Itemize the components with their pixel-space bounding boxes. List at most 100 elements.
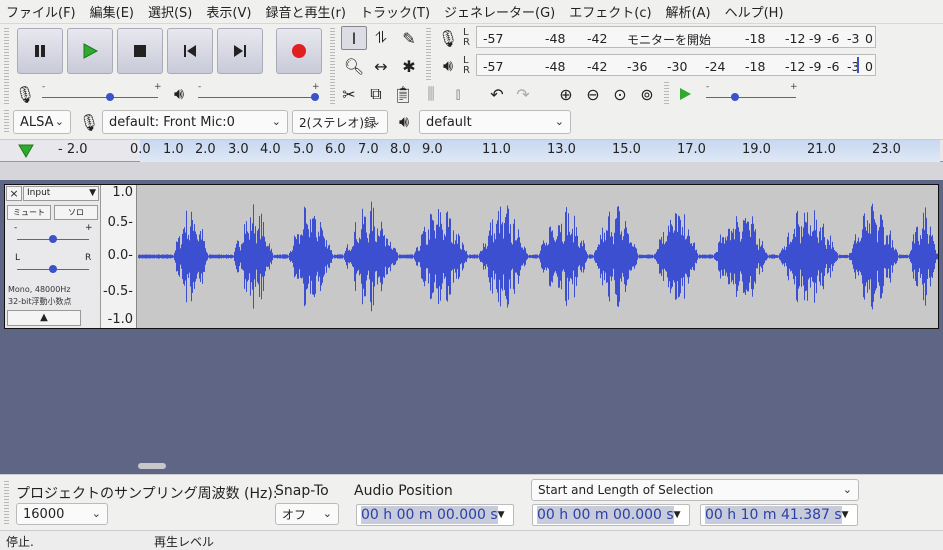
fit-selection-icon[interactable]: ⊙ — [607, 82, 633, 106]
menu-analyze[interactable]: 解析(A) — [666, 2, 711, 21]
vertical-ruler[interactable]: 1.0 0.5- 0.0- -0.5- -1.0 — [101, 185, 137, 328]
menu-tracks[interactable]: トラック(T) — [360, 2, 430, 21]
track-gain-knob[interactable] — [49, 235, 57, 243]
output-device-dropdown[interactable]: default ⌄ — [419, 110, 571, 134]
chevron-down-icon: ⌄ — [371, 115, 381, 128]
toolbar-grip[interactable] — [4, 481, 9, 525]
output-device-value: default — [426, 114, 472, 130]
waveform[interactable] — [138, 185, 938, 328]
skip-end-icon — [234, 45, 246, 57]
menu-transport[interactable]: 録音と再生(r) — [265, 2, 346, 21]
speaker-icon[interactable]: 🔊︎ — [435, 54, 461, 78]
toolbar-grip[interactable] — [330, 82, 335, 106]
audio-host-dropdown[interactable]: ALSA ⌄ — [13, 110, 71, 134]
meter-tick: 0 — [865, 59, 873, 74]
selection-mode-value: Start and Length of Selection — [538, 483, 714, 497]
time-shift-tool-icon[interactable]: ↔ — [368, 54, 394, 78]
microphone-icon[interactable]: 🎙︎ — [435, 26, 461, 50]
playback-volume-knob[interactable] — [311, 93, 319, 101]
playback-volume-slider[interactable] — [198, 97, 318, 98]
undo-icon[interactable]: ↶ — [484, 82, 510, 106]
ruler-label: 0.0 — [130, 142, 151, 157]
project-rate-dropdown[interactable]: 16000 ⌄ — [16, 503, 108, 525]
menu-effect[interactable]: エフェクト(c) — [569, 2, 651, 21]
meter-tick: -42 — [587, 31, 608, 46]
meter-tick: -48 — [545, 59, 566, 74]
meter-tick: -18 — [745, 31, 766, 46]
menu-generate[interactable]: ジェネレーター(G) — [444, 2, 555, 21]
silence-icon[interactable]: ⫾ — [445, 82, 471, 106]
solo-button[interactable]: ソロ — [54, 205, 98, 220]
meter-tick: -6 — [827, 31, 840, 46]
chevron-down-icon: ▼ — [89, 188, 96, 198]
toolbar-grip[interactable] — [4, 110, 9, 134]
record-volume-slider[interactable] — [42, 97, 158, 98]
play-icon — [83, 43, 99, 59]
skip-end-button[interactable] — [217, 28, 263, 74]
zoom-in-icon[interactable]: ⊕ — [553, 82, 579, 106]
record-meter[interactable]: L R -57 -48 -42 モニターを開始 -18 -12 -9 -6 -3… — [463, 26, 876, 48]
mute-button[interactable]: ミュート — [7, 205, 51, 220]
chevron-down-icon: ▼ — [497, 510, 505, 520]
status-bar: 停止. 再生レベル — [0, 530, 943, 550]
play-button[interactable] — [67, 28, 113, 74]
menu-edit[interactable]: 編集(E) — [90, 2, 134, 21]
pause-button[interactable] — [17, 28, 63, 74]
play-at-speed-button[interactable] — [672, 82, 698, 106]
skip-start-button[interactable] — [167, 28, 213, 74]
trim-icon[interactable]: ⫼ — [418, 82, 444, 106]
gain-minus-label: - — [14, 223, 18, 233]
menu-file[interactable]: ファイル(F) — [6, 2, 76, 21]
snap-to-dropdown[interactable]: オフ ⌄ — [275, 503, 339, 525]
toolbar-grip[interactable] — [664, 82, 669, 106]
monitor-start-label[interactable]: モニターを開始 — [627, 31, 711, 48]
meter-tick: -42 — [587, 59, 608, 74]
horizontal-scrollbar-thumb[interactable] — [138, 463, 166, 469]
toolbar-grip[interactable] — [330, 28, 335, 80]
fit-project-icon[interactable]: ⊚ — [634, 82, 660, 106]
cut-icon[interactable]: ✂ — [336, 82, 362, 106]
envelope-tool-icon[interactable]: ⥮ — [368, 26, 394, 50]
channels-dropdown[interactable]: 2(ステレオ)録 ⌄ — [292, 110, 388, 134]
ruler-label: 15.0 — [612, 142, 641, 157]
menu-view[interactable]: 表示(V) — [206, 2, 251, 21]
paste-icon[interactable]: 📋︎ — [390, 82, 416, 106]
audio-position-field[interactable]: 00 h 00 m 00.000 s ▼ — [356, 504, 514, 526]
toolbar-grip[interactable] — [426, 28, 431, 80]
stop-button[interactable] — [117, 28, 163, 74]
timeline-options-icon[interactable] — [16, 142, 36, 160]
toolbar-grip[interactable] — [4, 28, 9, 80]
play-speed-slider[interactable] — [706, 97, 796, 98]
input-device-dropdown[interactable]: default: Front Mic:0 ⌄ — [102, 110, 288, 134]
record-button[interactable] — [276, 28, 322, 74]
record-volume-knob[interactable] — [106, 93, 114, 101]
menu-bar: ファイル(F) 編集(E) 選択(S) 表示(V) 録音と再生(r) トラック(… — [0, 0, 943, 24]
timeline-strip — [0, 162, 943, 180]
track-pan-knob[interactable] — [49, 265, 57, 273]
zoom-out-icon[interactable]: ⊖ — [580, 82, 606, 106]
zoom-tool-icon[interactable]: 🔍︎ — [341, 54, 367, 78]
selection-length-field[interactable]: 00 h 10 m 41.387 s ▼ — [700, 504, 858, 526]
timeline-ruler[interactable]: - 2.0 0.0 1.0 2.0 3.0 4.0 5.0 6.0 7.0 8.… — [0, 140, 943, 162]
copy-icon[interactable]: ⧉ — [363, 82, 389, 106]
multi-tool-icon[interactable]: ✱ — [396, 54, 422, 78]
menu-select[interactable]: 選択(S) — [148, 2, 192, 21]
play-speed-knob[interactable] — [731, 93, 739, 101]
track-name-menu[interactable]: Input ▼ — [23, 186, 99, 201]
menu-help[interactable]: ヘルプ(H) — [725, 2, 784, 21]
selection-mode-dropdown[interactable]: Start and Length of Selection ⌄ — [531, 479, 859, 501]
audio-track[interactable]: × Input ▼ ミュート ソロ - + L R Mono, 48000Hz … — [4, 184, 939, 329]
ruler-label: 21.0 — [807, 142, 836, 157]
draw-tool-icon[interactable]: ✎ — [396, 26, 422, 50]
playback-meter[interactable]: L R -57 -48 -42 -36 -30 -24 -18 -12 -9 -… — [463, 54, 876, 76]
ruler-label: 1.0 — [163, 142, 184, 157]
ruler-label: 13.0 — [547, 142, 576, 157]
meter-tick: -57 — [483, 31, 504, 46]
toolbar-grip[interactable] — [4, 82, 9, 106]
selection-start-value: 00 h 00 m 00.000 s — [537, 506, 674, 524]
redo-icon[interactable]: ↷ — [510, 82, 536, 106]
collapse-track-button[interactable]: ▲ — [7, 310, 81, 326]
selection-tool-icon[interactable]: I — [341, 26, 367, 50]
selection-start-field[interactable]: 00 h 00 m 00.000 s ▼ — [532, 504, 690, 526]
close-track-icon[interactable]: × — [6, 186, 22, 201]
